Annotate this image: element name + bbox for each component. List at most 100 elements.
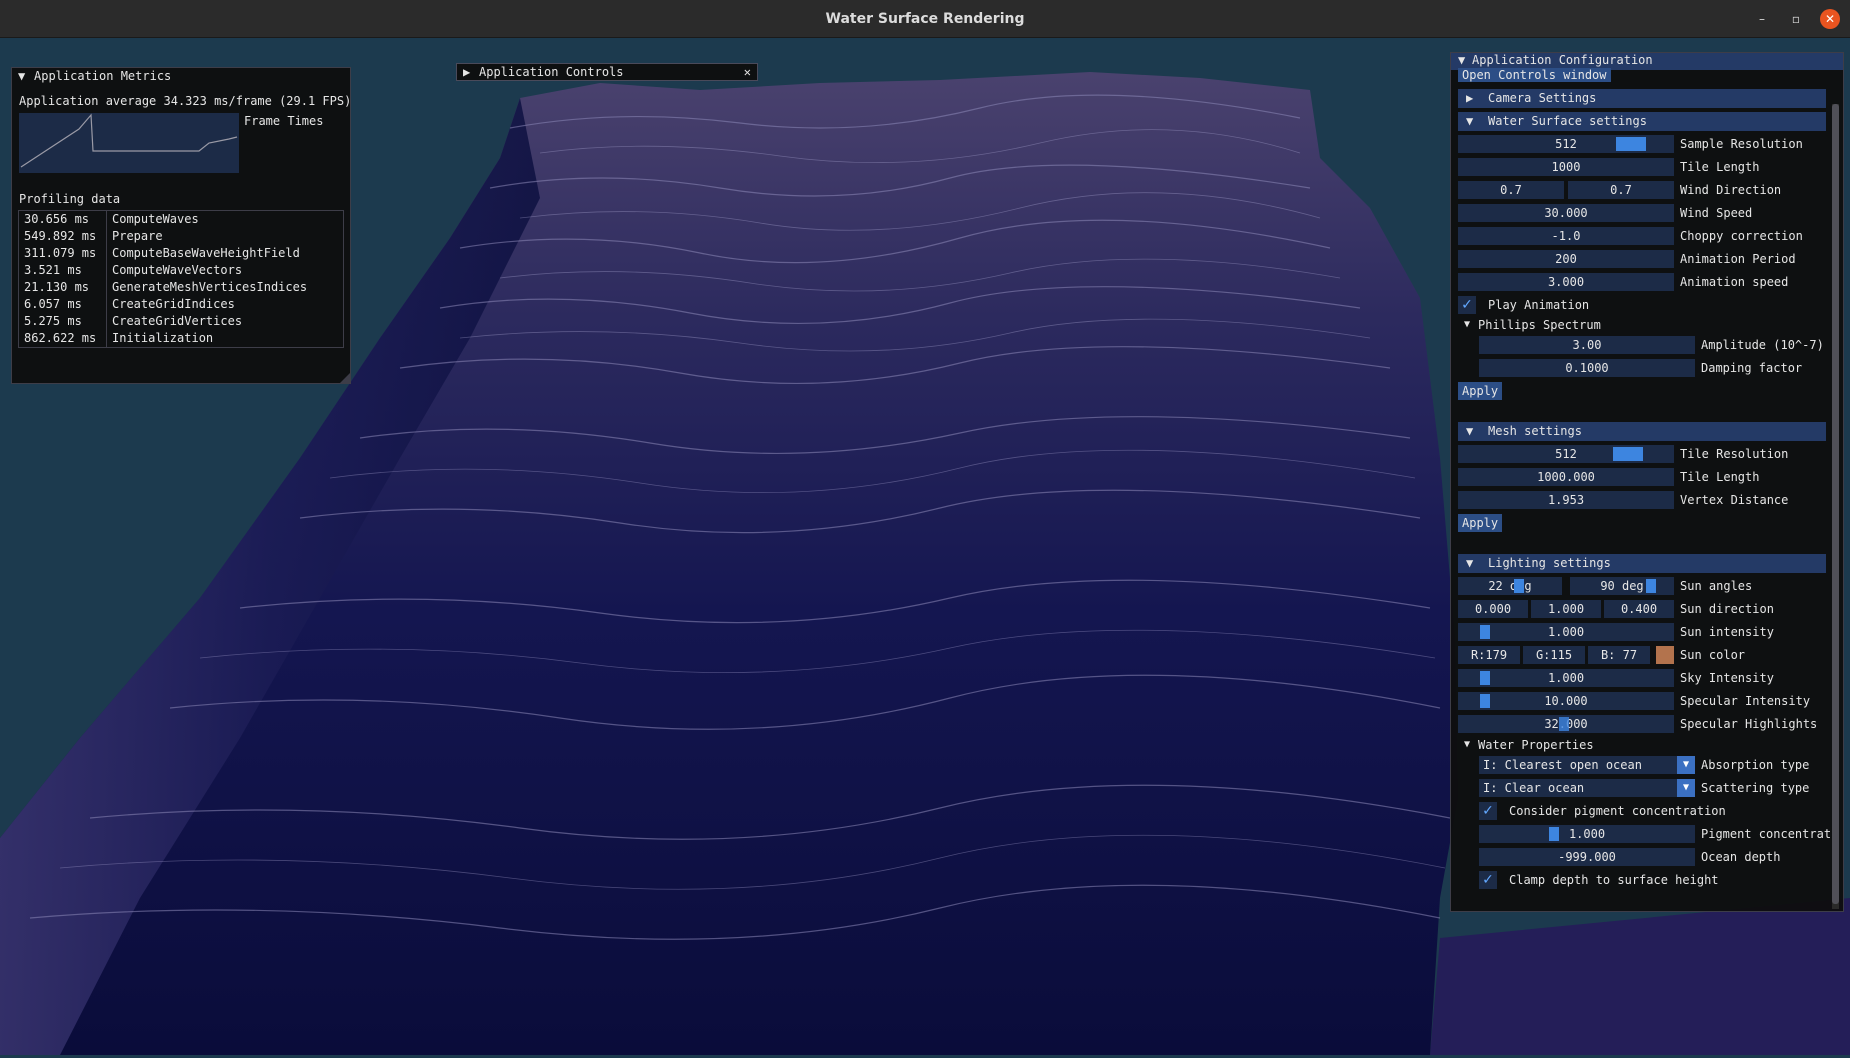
pigment-concentration-slider[interactable]: 1.000 xyxy=(1479,825,1695,843)
sun-intensity-label: Sun intensity xyxy=(1680,625,1774,639)
collapse-arrow-icon[interactable]: ▼ xyxy=(18,68,34,85)
maximize-icon[interactable]: ▫ xyxy=(1786,9,1806,29)
collapse-arrow-icon[interactable]: ▼ xyxy=(1464,738,1470,752)
expand-arrow-icon[interactable]: ▶ xyxy=(1466,89,1488,108)
absorption-type-value: I: Clearest open ocean xyxy=(1483,758,1642,772)
resize-grip-icon[interactable] xyxy=(340,373,350,383)
slider-grab[interactable] xyxy=(1514,579,1524,593)
table-row: 6.057 ms CreateGridIndices xyxy=(19,296,343,313)
collapse-arrow-icon[interactable]: ▼ xyxy=(1466,112,1488,131)
profile-name: CreateGridVertices xyxy=(112,314,243,328)
collapse-arrow-icon[interactable]: ▼ xyxy=(1466,554,1488,573)
sun-angle-a-slider[interactable]: 22 deg xyxy=(1458,577,1562,595)
tile-length-input[interactable]: 1000 xyxy=(1458,158,1674,176)
water-apply-button[interactable]: Apply xyxy=(1458,382,1503,400)
collapse-arrow-icon[interactable]: ▼ xyxy=(1464,318,1470,332)
slider-grab[interactable] xyxy=(1613,447,1643,461)
absorption-type-select[interactable]: I: Clearest open ocean ▼ xyxy=(1479,756,1695,774)
vertex-distance-input[interactable]: 1.953 xyxy=(1458,491,1674,509)
controls-window[interactable]: ▶ Application Controls ✕ xyxy=(456,63,758,81)
sun-color-swatch[interactable] xyxy=(1656,646,1674,664)
profile-time: 3.521 ms xyxy=(24,263,82,277)
lighting-settings-header[interactable]: ▼ Lighting settings xyxy=(1458,554,1826,573)
tile-resolution-slider[interactable]: 512 xyxy=(1458,445,1674,463)
ocean-depth-input[interactable]: -999.000 xyxy=(1479,848,1695,866)
damping-factor-label: Damping factor xyxy=(1701,361,1803,375)
close-icon[interactable]: ✕ xyxy=(744,64,751,80)
camera-settings-header[interactable]: ▶ Camera Settings xyxy=(1458,89,1826,108)
specular-intensity-slider[interactable]: 10.000 xyxy=(1458,692,1674,710)
ocean-depth-label: Ocean depth xyxy=(1701,850,1781,864)
open-controls-button[interactable]: Open Controls window xyxy=(1458,68,1611,82)
sun-direction-x-input[interactable]: 0.000 xyxy=(1458,600,1528,618)
slider-grab[interactable] xyxy=(1480,671,1490,685)
sun-intensity-slider[interactable]: 1.000 xyxy=(1458,623,1674,641)
chevron-down-icon[interactable]: ▼ xyxy=(1677,779,1695,797)
sample-resolution-slider[interactable]: 512 xyxy=(1458,135,1674,153)
sun-angle-a-value: 22 deg xyxy=(1488,579,1532,593)
scrollbar-thumb[interactable] xyxy=(1832,104,1839,904)
window-titlebar: Water Surface Rendering – ▫ ✕ xyxy=(0,0,1850,38)
consider-pigment-checkbox[interactable]: ✓ xyxy=(1479,802,1497,820)
minimize-icon[interactable]: – xyxy=(1752,9,1772,29)
water-settings-header[interactable]: ▼ Water Surface settings xyxy=(1458,112,1826,131)
sun-angle-b-slider[interactable]: 90 deg xyxy=(1570,577,1674,595)
scattering-type-value: I: Clear ocean xyxy=(1483,781,1585,795)
profiling-title: Profiling data xyxy=(19,192,121,206)
animation-speed-input[interactable]: 3.000 xyxy=(1458,273,1674,291)
table-row: 21.130 ms GenerateMeshVerticesIndices xyxy=(19,279,343,296)
sun-intensity-value: 1.000 xyxy=(1547,625,1585,639)
profile-name: GenerateMeshVerticesIndices xyxy=(112,280,308,294)
profiling-table: 30.656 ms ComputeWaves 549.892 ms Prepare … xyxy=(18,210,344,348)
clamp-depth-checkbox[interactable]: ✓ xyxy=(1479,871,1497,889)
slider-grab[interactable] xyxy=(1616,137,1646,151)
specular-highlights-slider[interactable]: 32.000 xyxy=(1458,715,1674,733)
sun-color-b-input[interactable]: B: 77 xyxy=(1588,646,1650,664)
frame-times-line xyxy=(20,113,238,168)
water-settings-title: Water Surface settings xyxy=(1488,114,1647,128)
sky-intensity-slider[interactable]: 1.000 xyxy=(1458,669,1674,687)
metrics-panel-header[interactable]: ▼ Application Metrics xyxy=(12,68,350,85)
sun-direction-label: Sun direction xyxy=(1680,602,1774,616)
chevron-down-icon[interactable]: ▼ xyxy=(1677,756,1695,774)
profile-name: Prepare xyxy=(112,229,163,243)
wind-speed-input[interactable]: 30.000 xyxy=(1458,204,1674,222)
frame-times-plot[interactable] xyxy=(19,113,239,173)
collapse-arrow-icon[interactable]: ▼ xyxy=(1458,53,1465,67)
table-row: 5.275 ms CreateGridVertices xyxy=(19,313,343,330)
animation-period-input[interactable]: 200 xyxy=(1458,250,1674,268)
mesh-settings-header[interactable]: ▼ Mesh settings xyxy=(1458,422,1826,441)
controls-window-title: Application Controls xyxy=(479,65,624,79)
sun-direction-y-input[interactable]: 1.000 xyxy=(1531,600,1601,618)
slider-grab[interactable] xyxy=(1480,694,1490,708)
collapse-arrow-icon[interactable]: ▼ xyxy=(1466,422,1488,441)
wind-direction-x-input[interactable]: 0.7 xyxy=(1458,181,1564,199)
close-icon[interactable]: ✕ xyxy=(1820,9,1840,29)
water-properties-title: Water Properties xyxy=(1478,738,1594,752)
play-animation-checkbox[interactable]: ✓ xyxy=(1458,296,1476,314)
profile-name: ComputeWaveVectors xyxy=(112,263,243,277)
mesh-tile-length-input[interactable]: 1000.000 xyxy=(1458,468,1674,486)
sun-color-r-input[interactable]: R:179 xyxy=(1458,646,1520,664)
scattering-type-label: Scattering type xyxy=(1701,781,1810,795)
slider-grab[interactable] xyxy=(1480,625,1490,639)
metrics-panel[interactable]: ▼ Application Metrics Application average… xyxy=(11,67,351,384)
slider-grab[interactable] xyxy=(1646,579,1656,593)
animation-speed-label: Animation speed xyxy=(1680,275,1789,289)
scrollbar[interactable] xyxy=(1832,104,1839,909)
expand-arrow-icon[interactable]: ▶ xyxy=(463,64,479,80)
phillips-spectrum-title: Phillips Spectrum xyxy=(1478,318,1601,332)
damping-factor-input[interactable]: 0.1000 xyxy=(1479,359,1695,377)
wind-direction-y-input[interactable]: 0.7 xyxy=(1568,181,1674,199)
amplitude-input[interactable]: 3.00 xyxy=(1479,336,1695,354)
slider-grab[interactable] xyxy=(1559,717,1569,731)
sun-color-g-input[interactable]: G:115 xyxy=(1523,646,1585,664)
mesh-apply-button[interactable]: Apply xyxy=(1458,514,1503,532)
scattering-type-select[interactable]: I: Clear ocean ▼ xyxy=(1479,779,1695,797)
profile-time: 549.892 ms xyxy=(24,229,97,243)
tile-resolution-value: 512 xyxy=(1555,447,1577,461)
choppy-correction-input[interactable]: -1.0 xyxy=(1458,227,1674,245)
slider-grab[interactable] xyxy=(1549,827,1559,841)
sun-direction-z-input[interactable]: 0.400 xyxy=(1604,600,1674,618)
controls-window-header[interactable]: ▶ Application Controls xyxy=(457,64,757,81)
